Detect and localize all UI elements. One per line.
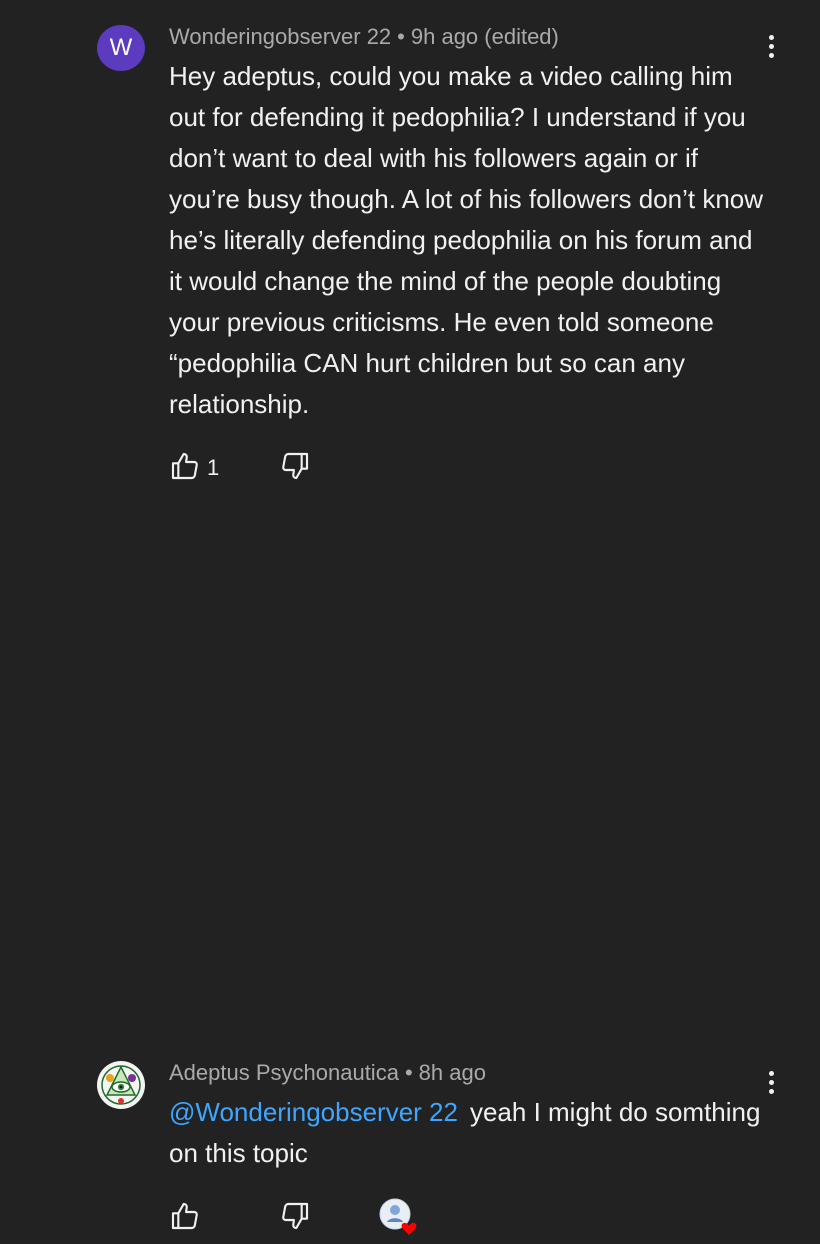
- comment-text: Hey adeptus, could you make a video call…: [169, 61, 764, 419]
- comment-text: @Wonderingobserver 22 yeah I might do som…: [169, 1092, 769, 1174]
- thumbs-down-icon[interactable]: [279, 450, 315, 486]
- author-name[interactable]: Adeptus Psychonautica: [169, 1060, 399, 1085]
- comment-meta: Wonderingobserver 22 • 9h ago (edited): [169, 24, 559, 50]
- comment-thread-1: W Wonderingobserver 22 • 9h ago (edited) H…: [0, 0, 820, 510]
- comment-meta: Adeptus Psychonautica • 8h ago: [169, 1060, 486, 1086]
- thumbs-up-icon[interactable]: [169, 450, 205, 486]
- comment-thread-2: Adeptus Psychonautica • 8h ago @Wonderingo…: [0, 520, 820, 1235]
- like-count: 1: [207, 455, 220, 480]
- mention-link[interactable]: @Wonderingobserver 22: [169, 1097, 458, 1127]
- comment-time[interactable]: 8h ago: [419, 1060, 486, 1085]
- meta-separator: •: [404, 1060, 413, 1085]
- creator-heart-icon[interactable]: [379, 1197, 417, 1235]
- thumbs-up-icon[interactable]: [169, 1200, 205, 1236]
- emblem-icon: [98, 1062, 144, 1108]
- avatar[interactable]: [97, 1061, 145, 1109]
- comment-time[interactable]: 9h ago (edited): [411, 24, 559, 49]
- meta-separator: •: [397, 24, 405, 49]
- author-name[interactable]: Wonderingobserver 22: [169, 24, 391, 49]
- thumbs-down-icon[interactable]: [279, 1200, 315, 1236]
- avatar[interactable]: W: [97, 25, 145, 71]
